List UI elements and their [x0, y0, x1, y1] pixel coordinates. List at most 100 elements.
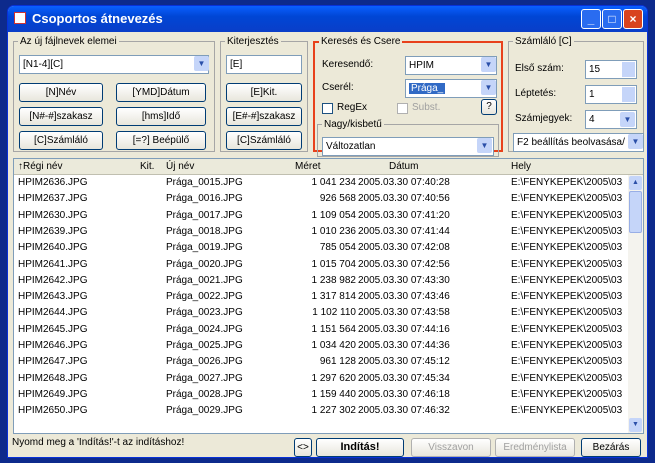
- extension-input[interactable]: [E]: [226, 55, 302, 74]
- settings-select[interactable]: F2 beállítás beolvasása/: [513, 133, 644, 152]
- table-row[interactable]: HPIM2644.JPG Prága_0023.JPG 1 102 110 2005.…: [14, 306, 629, 321]
- location-cell: E:\FENYKEPEK\2005\03: [511, 291, 623, 303]
- subst-checkbox[interactable]: [397, 103, 408, 114]
- undo-button[interactable]: Visszavon: [411, 438, 491, 457]
- new-name-cell: Prága_0026.JPG: [166, 356, 243, 368]
- date-cell: 2005.03.30 07:41:20: [358, 209, 450, 221]
- ext-button[interactable]: [E]Kit.: [226, 83, 302, 102]
- digits-label: Számjegyek:: [515, 113, 573, 124]
- location-cell: E:\FENYKEPEK\2005\03: [511, 193, 623, 205]
- counter-button[interactable]: [C]Számláló: [19, 131, 103, 150]
- new-name-cell: Prága_0017.JPG: [166, 209, 243, 221]
- minimize-button[interactable]: _: [581, 9, 601, 29]
- old-name-cell: HPIM2646.JPG: [18, 340, 88, 351]
- scroll-up-icon[interactable]: ▲: [629, 176, 642, 190]
- start-button[interactable]: Indítás!: [316, 438, 404, 457]
- size-cell: 785 054: [319, 242, 356, 254]
- size-cell: 1 041 234: [311, 177, 357, 188]
- spinner-icon[interactable]: [622, 62, 635, 77]
- col-ext[interactable]: Kit.: [140, 161, 154, 172]
- old-name-cell: HPIM2649.JPG: [18, 388, 88, 400]
- case-group: Nagy/kisbetű Változatlan ▼: [317, 119, 499, 157]
- find-label: Keresendő:: [322, 59, 374, 70]
- col-size[interactable]: Méret: [295, 161, 321, 172]
- location-cell: E:\FENYKEPEK\2005\03: [511, 356, 623, 368]
- col-location[interactable]: Hely: [511, 161, 531, 172]
- results-button[interactable]: Eredménylista: [495, 438, 575, 457]
- size-cell: 1 159 440: [311, 388, 357, 400]
- spinner-icon[interactable]: [622, 87, 635, 102]
- chevron-down-icon[interactable]: ▼: [481, 57, 496, 72]
- regex-label: RegEx: [337, 102, 368, 113]
- mask-input[interactable]: [N1-4][C]: [19, 55, 209, 74]
- name-button[interactable]: [N]Név: [19, 83, 103, 102]
- title-bar[interactable]: Csoportos átnevezés _ □ ×: [8, 6, 647, 32]
- col-date[interactable]: Dátum: [389, 161, 418, 172]
- close-button[interactable]: Bezárás: [581, 438, 641, 457]
- chevron-down-icon[interactable]: ▼: [628, 134, 643, 149]
- ext-range-button[interactable]: [E#-#]szakasz: [226, 107, 302, 126]
- new-name-cell: Prága_0018.JPG: [166, 225, 243, 237]
- old-name-cell: HPIM2650.JPG: [18, 405, 88, 417]
- start-input[interactable]: 15: [585, 60, 637, 79]
- location-cell: E:\FENYKEPEK\2005\03: [511, 307, 623, 319]
- old-name-cell: HPIM2647.JPG: [18, 356, 88, 368]
- chevron-down-icon[interactable]: ▼: [194, 56, 209, 71]
- table-row[interactable]: HPIM2636.JPG Prága_0015.JPG 1 041 234 2005.…: [14, 176, 629, 191]
- table-row[interactable]: HPIM2637.JPG Prága_0016.JPG 926 568 2005.03…: [14, 192, 629, 207]
- close-window-button[interactable]: ×: [623, 9, 643, 29]
- table-row[interactable]: HPIM2650.JPG Prága_0029.JPG 1 227 302 2005.…: [14, 404, 629, 419]
- table-row[interactable]: HPIM2643.JPG Prága_0022.JPG 1 317 814 2005.…: [14, 290, 629, 305]
- scroll-down-icon[interactable]: ▼: [629, 418, 642, 432]
- vertical-scrollbar[interactable]: ▲ ▼: [628, 175, 643, 433]
- digits-select[interactable]: 4 ▼: [585, 110, 637, 129]
- chevron-down-icon[interactable]: ▼: [620, 112, 635, 127]
- table-row[interactable]: HPIM2642.JPG Prága_0021.JPG 1 238 982 2005.…: [14, 274, 629, 289]
- table-row[interactable]: HPIM2641.JPG Prága_0020.JPG 1 015 704 2005.…: [14, 258, 629, 273]
- window-title: Csoportos átnevezés: [32, 11, 163, 26]
- col-new-name[interactable]: Új név: [166, 161, 194, 172]
- step-input[interactable]: 1: [585, 85, 637, 104]
- step-label: Léptetés:: [515, 88, 557, 99]
- old-name-cell: HPIM2643.JPG: [18, 291, 88, 303]
- plugin-button[interactable]: [=?] Beépülő: [116, 131, 206, 150]
- location-cell: E:\FENYKEPEK\2005\03: [511, 340, 623, 351]
- table-row[interactable]: HPIM2640.JPG Prága_0019.JPG 785 054 2005.03…: [14, 241, 629, 256]
- date-cell: 2005.03.30 07:44:16: [358, 323, 450, 335]
- new-name-cell: Prága_0019.JPG: [166, 242, 243, 254]
- new-name-cell: Prága_0016.JPG: [166, 193, 243, 205]
- date-cell: 2005.03.30 07:41:44: [358, 225, 450, 237]
- table-row[interactable]: HPIM2646.JPG Prága_0025.JPG 1 034 420 2005.…: [14, 339, 629, 354]
- size-cell: 1 109 054: [311, 209, 357, 221]
- replace-selected-text: Prága_: [409, 83, 446, 94]
- help-button[interactable]: ?: [481, 99, 497, 115]
- replace-label: Cserél:: [322, 82, 354, 93]
- date-button[interactable]: [YMD]Dátum: [116, 83, 206, 102]
- table-row[interactable]: HPIM2649.JPG Prága_0028.JPG 1 159 440 2005.…: [14, 388, 629, 403]
- table-row[interactable]: HPIM2645.JPG Prága_0024.JPG 1 151 564 2005.…: [14, 323, 629, 338]
- extension-group: Kiterjesztés [E] [E]Kit. [E#-#]szakasz […: [220, 36, 308, 152]
- location-cell: E:\FENYKEPEK\2005\03: [511, 177, 623, 188]
- scroll-thumb[interactable]: [629, 191, 642, 233]
- table-row[interactable]: HPIM2630.JPG Prága_0017.JPG 1 109 054 2005.…: [14, 209, 629, 224]
- table-row[interactable]: HPIM2647.JPG Prága_0026.JPG 961 128 2005.03…: [14, 355, 629, 370]
- file-list[interactable]: ↑Régi név Kit. Új név Méret Dátum Hely H…: [13, 158, 644, 434]
- table-row[interactable]: HPIM2639.JPG Prága_0018.JPG 1 010 236 2005.…: [14, 225, 629, 240]
- regex-checkbox[interactable]: [322, 103, 333, 114]
- size-cell: 1 227 302: [311, 405, 357, 417]
- name-range-button[interactable]: [N#-#]szakasz: [19, 107, 103, 126]
- location-cell: E:\FENYKEPEK\2005\03: [511, 405, 623, 417]
- chevron-down-icon[interactable]: ▼: [481, 80, 496, 95]
- rename-window: Csoportos átnevezés _ □ × Az új fájlneve…: [7, 5, 648, 458]
- time-button[interactable]: [hms]Idő: [116, 107, 206, 126]
- case-select[interactable]: Változatlan: [322, 137, 494, 156]
- maximize-button[interactable]: □: [602, 9, 622, 29]
- chevron-down-icon[interactable]: ▼: [477, 138, 492, 153]
- swap-button[interactable]: <>: [294, 438, 312, 457]
- date-cell: 2005.03.30 07:40:56: [358, 193, 450, 205]
- ext-counter-button[interactable]: [C]Számláló: [226, 131, 302, 150]
- table-row[interactable]: HPIM2648.JPG Prága_0027.JPG 1 297 620 2005.…: [14, 372, 629, 387]
- old-name-cell: HPIM2639.JPG: [18, 225, 88, 237]
- size-cell: 961 128: [319, 356, 356, 368]
- col-old-name[interactable]: ↑Régi név: [18, 161, 62, 172]
